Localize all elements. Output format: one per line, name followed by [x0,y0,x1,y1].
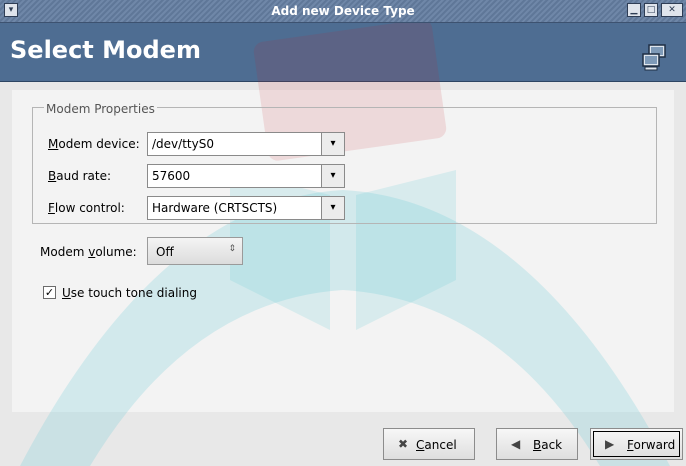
modem-device-label-text: odem device: [58,137,140,151]
chevron-down-icon[interactable]: ▾ [321,165,344,187]
modem-volume-option-menu[interactable]: Off ⇕ [147,237,243,265]
touch-tone-label-hotkey: U [62,286,71,300]
flow-control-label: Flow control: [48,201,125,215]
arrow-right-icon: ▶ [605,437,615,451]
back-button-label: Back [533,438,562,452]
flow-control-label-text: low control: [54,201,125,215]
cancel-button-label: Cancel [416,438,457,452]
chevron-down-icon[interactable]: ▾ [321,197,344,219]
close-button[interactable]: ✕ [661,3,683,17]
baud-rate-label: Baud rate: [48,169,111,183]
modem-volume-value: Off [156,245,174,259]
back-label-text: ack [541,438,563,452]
network-computers-icon [642,44,666,71]
modem-volume-label: Modem volume: [40,245,137,259]
flow-control-label-hotkey: F [48,201,55,215]
cancel-x-icon: ✖ [398,437,409,451]
window-titlebar[interactable]: ▾ Add new Device Type ▁ □ ✕ [0,0,686,23]
modem-device-label: Modem device: [48,137,140,151]
baud-rate-label-text: aud rate: [56,169,112,183]
touch-tone-label[interactable]: Use touch tone dialing [62,286,197,300]
modem-volume-label-prefix: Modem [40,245,89,259]
arrow-left-icon: ◀ [511,437,521,451]
back-button[interactable]: ◀ Back [496,428,578,460]
modem-properties-legend: Modem Properties [44,102,157,116]
flow-control-value: Hardware (CRTSCTS) [152,201,278,215]
baud-rate-value: 57600 [152,169,191,183]
flow-control-combo[interactable]: Hardware (CRTSCTS) ▾ [147,196,345,220]
modem-device-value: /dev/ttyS0 [152,137,214,151]
chevron-down-icon[interactable]: ▾ [321,133,344,155]
forward-label-text: orward [633,438,676,452]
page-header: Select Modem [0,23,686,82]
modem-device-combo[interactable]: /dev/ttyS0 ▾ [147,132,345,156]
forward-button-label: Forward [627,438,675,452]
touch-tone-label-text: se touch tone dialing [70,286,197,300]
cancel-label-text: ancel [424,438,457,452]
touch-tone-checkbox[interactable]: ✓ [43,286,56,299]
page-title: Select Modem [10,36,201,64]
modem-device-label-hotkey: M [48,137,59,151]
cancel-button[interactable]: ✖ Cancel [383,428,475,460]
forward-button[interactable]: ▶ Forward [590,428,683,460]
baud-rate-label-hotkey: B [48,169,57,183]
baud-rate-combo[interactable]: 57600 ▾ [147,164,345,188]
updown-arrow-icon: ⇕ [228,244,236,254]
modem-volume-label-text: olume: [95,245,137,259]
minimize-button[interactable]: ▁ [627,3,641,17]
window-title: Add new Device Type [271,4,415,18]
maximize-button[interactable]: □ [644,3,658,17]
back-hotkey: B [533,438,542,452]
